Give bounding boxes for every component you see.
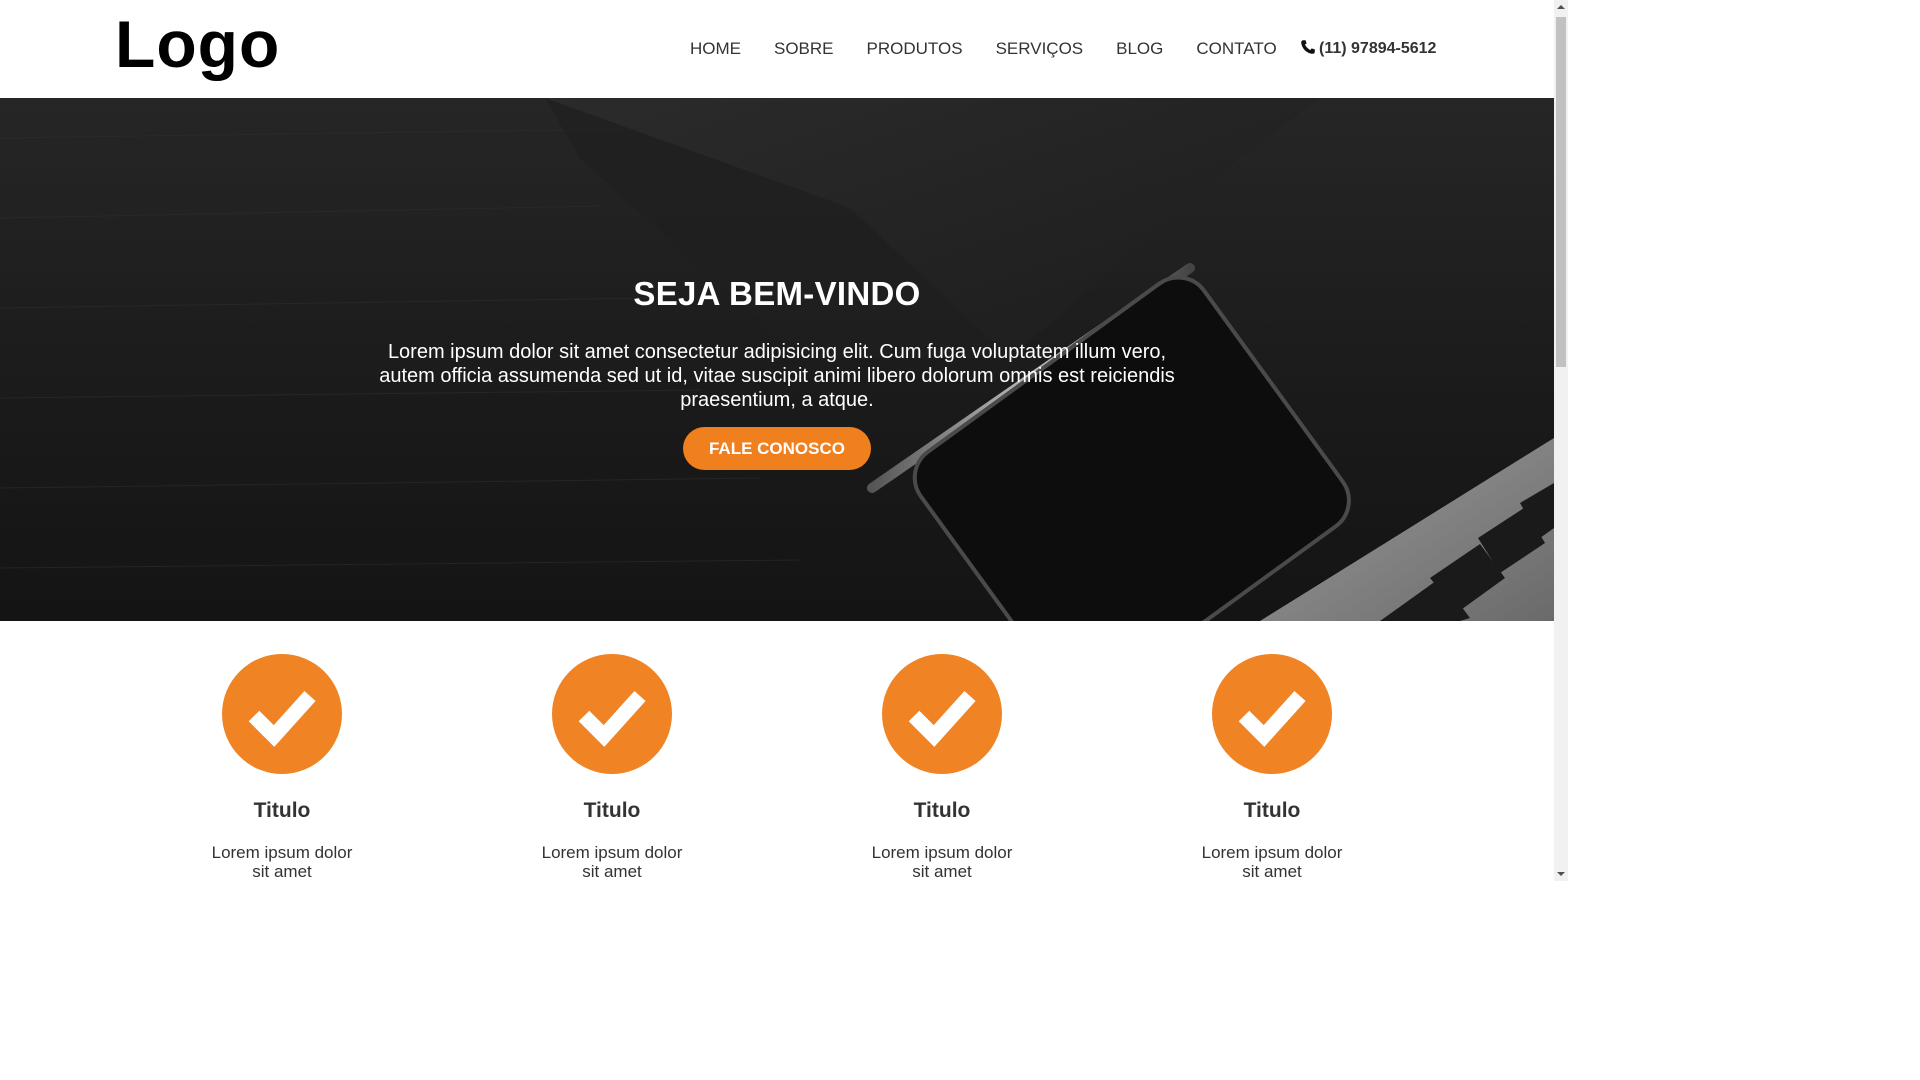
page: Logo HOME SOBRE PRODUTOS SERVIÇOS BLOG C… — [0, 0, 1568, 881]
feature-title: Titulo — [913, 799, 971, 822]
contact-button[interactable]: FALE CONOSCO — [683, 427, 871, 470]
feature-text: Lorem ipsum dolor sit amet consectetur — [871, 843, 1013, 881]
features-section: Titulo Lorem ipsum dolor sit amet consec… — [0, 621, 1554, 881]
check-icon — [552, 654, 672, 774]
nav-sobre[interactable]: SOBRE — [774, 39, 834, 59]
check-icon — [882, 654, 1002, 774]
feature-text: Lorem ipsum dolor sit amet consectetur — [211, 843, 353, 881]
feature-title: Titulo — [253, 799, 311, 822]
check-icon — [1212, 654, 1332, 774]
nav-home[interactable]: HOME — [690, 39, 741, 59]
feature-text: Lorem ipsum dolor sit amet consectetur — [1201, 843, 1343, 881]
check-icon — [222, 654, 342, 774]
feature-title: Titulo — [583, 799, 641, 822]
vertical-scrollbar[interactable] — [1554, 0, 1568, 881]
hero-title: SEJA BEM-VINDO — [633, 275, 921, 312]
phone-number: (11) 97894-5612 — [1319, 40, 1437, 57]
hero-description: Lorem ipsum dolor sit amet consectetur a… — [379, 341, 1175, 411]
nav-blog[interactable]: BLOG — [1116, 39, 1163, 59]
feature-title: Titulo — [1243, 799, 1301, 822]
main-nav: HOME SOBRE PRODUTOS SERVIÇOS BLOG CONTAT… — [690, 37, 1310, 61]
phone-link[interactable]: (11) 97894-5612 — [1300, 37, 1436, 61]
scrollbar-thumb[interactable] — [1556, 17, 1566, 367]
logo[interactable]: Logo — [115, 4, 280, 84]
scroll-up-arrow-icon[interactable] — [1554, 0, 1568, 14]
hero-section: SEJA BEM-VINDO Lorem ipsum dolor sit ame… — [0, 98, 1554, 621]
nav-produtos[interactable]: PRODUTOS — [867, 39, 963, 59]
scroll-down-arrow-icon[interactable] — [1554, 867, 1568, 881]
nav-servicos[interactable]: SERVIÇOS — [996, 39, 1084, 59]
site-header: Logo HOME SOBRE PRODUTOS SERVIÇOS BLOG C… — [0, 0, 1554, 98]
feature-text: Lorem ipsum dolor sit amet consectetur — [541, 843, 683, 881]
phone-icon — [1300, 39, 1319, 60]
nav-contato[interactable]: CONTATO — [1196, 39, 1276, 59]
